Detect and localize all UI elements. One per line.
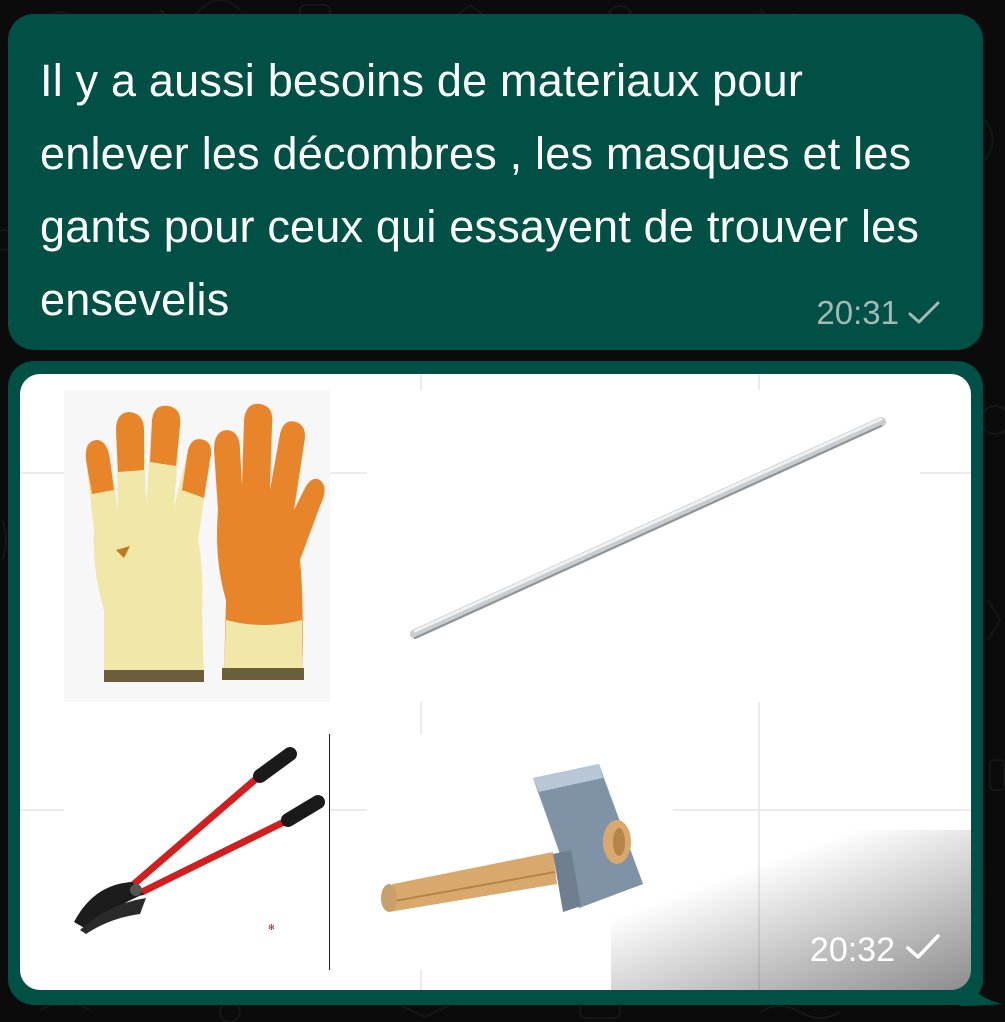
work-gloves-icon: [85, 403, 325, 682]
single-check-icon: [907, 300, 941, 326]
image-message-meta: 20:32: [810, 931, 941, 970]
message-meta: 20:31: [816, 294, 941, 332]
message-time: 20:31: [816, 294, 899, 331]
single-check-icon: [905, 931, 941, 970]
bolt-cutter-image[interactable]: ✻: [64, 734, 330, 970]
steel-bar-icon: [410, 417, 886, 639]
crowbar-image[interactable]: [367, 390, 920, 702]
message-text: Il y a aussi besoins de materiaux pour e…: [40, 55, 920, 325]
gloves-image[interactable]: [64, 390, 330, 702]
outgoing-message-bubble[interactable]: Il y a aussi besoins de materiaux pour e…: [8, 14, 983, 350]
image-message-time: 20:32: [809, 931, 895, 969]
image-collage[interactable]: ✻ 20:32: [20, 374, 971, 990]
watermark-logo: ✻: [268, 923, 275, 932]
bolt-cutter-icon: ✻: [74, 734, 330, 970]
